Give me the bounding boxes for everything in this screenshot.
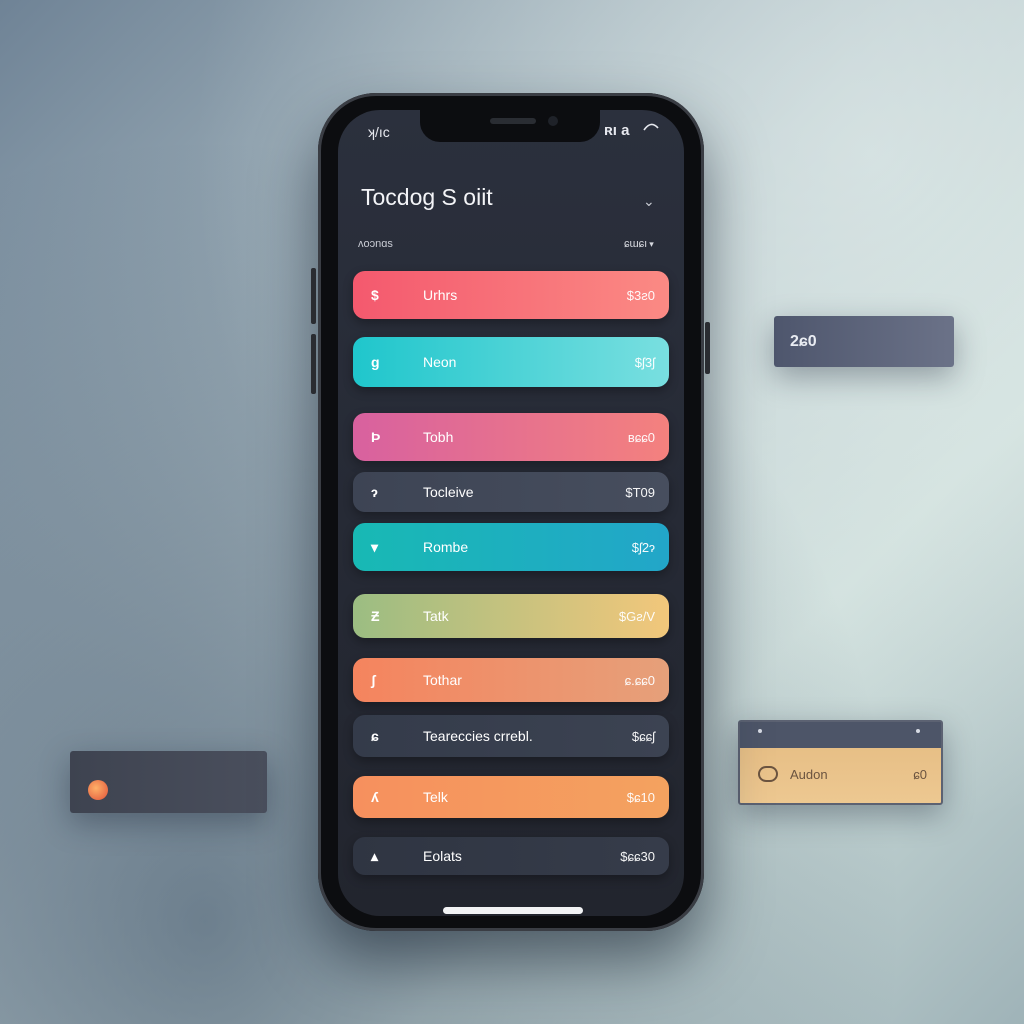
task-row[interactable]: ʃ Tothar ɕ.ɕɕ0 [353,658,669,702]
task-icon: ɕ [371,728,379,744]
camera-icon [548,116,558,126]
task-row[interactable]: ɂ Tocleive $T09 [353,472,669,512]
task-row[interactable]: ▾ Rombe $ʃ2ɂ [353,523,669,571]
task-label: Tocleive [423,484,474,500]
status-dot-icon [88,780,108,800]
home-indicator[interactable] [443,907,583,914]
notch [420,100,600,142]
task-icon: ʃ [371,672,376,688]
task-label: Rombe [423,539,469,555]
floating-detail-card[interactable]: Audon ɕ0 [738,720,943,805]
task-amount: ʙɕɕ0 [627,429,655,445]
task-row[interactable]: Ϸ Tobh ʙɕɕ0 [353,413,669,461]
task-amount: $Gƨ/V [618,608,655,624]
task-row[interactable]: Ƶ Tatk $Gƨ/V [353,594,669,638]
status-time: ʞ/ıc [368,124,390,140]
task-amount: ɕ.ɕɕ0 [624,672,655,688]
task-label: Eolats [423,848,462,864]
task-icon: g [371,354,380,370]
volume-down-button [311,334,316,394]
power-button [705,322,710,374]
list-subheading: ʌoɔnɑs [358,238,393,250]
task-icon: $ [371,287,379,303]
task-amount: $3ƨ0 [626,287,655,303]
task-row[interactable]: g Neon $ʃ3ʃ [353,337,669,387]
floating-notification-card[interactable] [70,751,267,813]
status-indicators: ʀı a [604,122,630,139]
floating-card-value: 2ɕ0 [790,332,817,350]
task-label: Urhrs [423,287,458,303]
task-icon: ▾ [371,538,379,555]
speaker-grille [490,118,536,124]
task-amount: $T09 [625,484,655,500]
task-label: Neon [423,354,457,370]
task-row[interactable]: ▴ Eolats $ɕɕ30 [353,837,669,875]
task-amount: $ɕ10 [626,789,655,805]
task-amount: $ʃ3ʃ [634,354,655,370]
dot-icon [916,729,920,733]
task-amount: $ʃ2ɂ [631,539,655,555]
task-icon: Ƶ [371,608,380,624]
task-label: Tobh [423,429,454,445]
battery-icon [643,123,659,131]
task-label: Tatk [423,608,449,624]
floating-card-value: ɕ0 [913,767,927,782]
page-title: Tocdog S oiit [361,184,493,210]
task-row[interactable]: $ Urhrs $3ƨ0 [353,271,669,319]
floating-card-label: Audon [790,767,828,782]
task-icon: Ϸ [371,429,381,445]
chevron-down-icon[interactable]: ⌄ [643,193,655,210]
sort-label: ɕɯɕı [624,238,648,250]
task-icon: ʎ [371,789,379,805]
item-icon [758,766,778,782]
sort-control[interactable]: ɕɯɕı ▾ [624,238,654,250]
task-label: Teareccies crrebl. [423,728,533,744]
task-icon: ▴ [371,847,379,864]
volume-up-button [311,268,316,324]
task-row[interactable]: ʎ Telk $ɕ10 [353,776,669,818]
task-amount: $ɕɕʃ [631,728,655,744]
floating-value-card[interactable]: 2ɕ0 [774,316,954,367]
task-label: Tothar [423,672,462,688]
task-row[interactable]: ɕ Teareccies crrebl. $ɕɕʃ [353,715,669,757]
task-icon: ɂ [371,484,378,500]
task-amount: $ɕɕ30 [620,848,655,864]
task-label: Telk [423,789,448,805]
sort-arrow-icon: ▾ [649,239,654,249]
dot-icon [758,729,762,733]
